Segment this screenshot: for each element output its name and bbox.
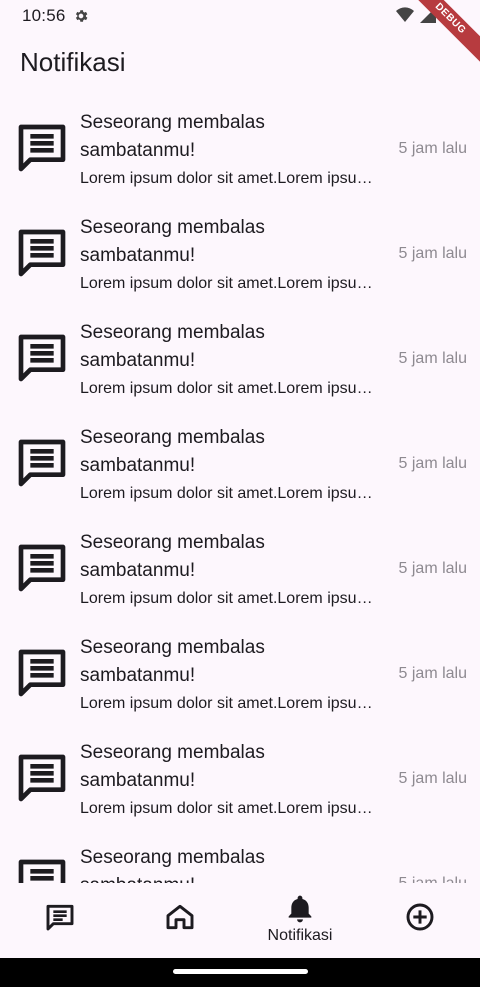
notification-body: Lorem ipsum dolor sit amet.Lorem ipsum d… bbox=[80, 590, 384, 607]
notification-item[interactable]: Seseorang membalas sambatanmu! Lorem ipsu… bbox=[0, 735, 480, 840]
notification-title: Seseorang membalas sambatanmu! bbox=[80, 847, 265, 883]
notification-body: Lorem ipsum dolor sit amet.Lorem ipsum d… bbox=[80, 800, 384, 817]
notification-body: Lorem ipsum dolor sit amet.Lorem ipsum d… bbox=[80, 485, 384, 502]
chat-icon bbox=[44, 901, 76, 933]
status-time: 10:56 bbox=[22, 6, 66, 25]
chat-icon bbox=[14, 330, 70, 386]
notification-title: Seseorang membalas sambatanmu! bbox=[80, 742, 265, 791]
notification-title: Seseorang membalas sambatanmu! bbox=[80, 322, 265, 371]
settings-gear-icon bbox=[75, 10, 88, 22]
status-bar: 10:56 bbox=[0, 0, 480, 32]
notification-item[interactable]: Seseorang membalas sambatanmu! Lorem ipsu… bbox=[0, 630, 480, 735]
bell-icon bbox=[284, 893, 316, 925]
chat-icon bbox=[14, 435, 70, 491]
home-indicator[interactable] bbox=[173, 969, 308, 974]
chat-icon bbox=[14, 225, 70, 281]
notification-list[interactable]: Seseorang membalas sambatanmu! Lorem ipsu… bbox=[0, 105, 480, 883]
notification-title: Seseorang membalas sambatanmu! bbox=[80, 532, 265, 581]
notification-time: 5 jam lalu bbox=[398, 245, 467, 262]
notification-item[interactable]: Seseorang membalas sambatanmu! Lorem ipsu… bbox=[0, 105, 480, 210]
notification-body: Lorem ipsum dolor sit amet.Lorem ipsum d… bbox=[80, 695, 384, 712]
notification-item[interactable]: Seseorang membalas sambatanmu!Lorem ipsu… bbox=[0, 840, 480, 883]
nav-item-bell[interactable]: Notifikasi bbox=[240, 883, 360, 958]
page-title: Notifikasi bbox=[20, 47, 126, 77]
notification-item[interactable]: Seseorang membalas sambatanmu! Lorem ipsu… bbox=[0, 420, 480, 525]
notification-title: Seseorang membalas sambatanmu! bbox=[80, 217, 265, 266]
notification-time: 5 jam lalu bbox=[398, 350, 467, 367]
chat-icon bbox=[14, 120, 70, 176]
chat-icon bbox=[14, 540, 70, 596]
nav-label: Notifikasi bbox=[267, 927, 333, 944]
notification-body: Lorem ipsum dolor sit amet.Lorem ipsum d… bbox=[80, 275, 384, 292]
notification-body: Lorem ipsum dolor sit amet.Lorem ipsum d… bbox=[80, 380, 384, 397]
home-icon bbox=[164, 901, 196, 933]
chat-icon bbox=[14, 750, 70, 806]
notification-title: Seseorang membalas sambatanmu! bbox=[80, 637, 265, 686]
notification-time: 5 jam lalu bbox=[399, 875, 467, 883]
notification-time: 5 jam lalu bbox=[398, 560, 467, 577]
notification-time: 5 jam lalu bbox=[398, 665, 467, 682]
nav-item-chat[interactable] bbox=[0, 883, 120, 958]
chat-icon bbox=[14, 855, 70, 883]
nav-item-home[interactable] bbox=[120, 883, 240, 958]
notification-time: 5 jam lalu bbox=[398, 770, 467, 787]
bottom-navigation: Notifikasi bbox=[0, 883, 480, 958]
notification-item[interactable]: Seseorang membalas sambatanmu! Lorem ipsu… bbox=[0, 315, 480, 420]
notification-time: 5 jam lalu bbox=[398, 140, 467, 157]
notification-body: Lorem ipsum dolor sit amet.Lorem ipsum d… bbox=[80, 170, 384, 187]
nav-item-add-circle[interactable] bbox=[360, 883, 480, 958]
system-navigation-bar bbox=[0, 958, 480, 987]
notification-time: 5 jam lalu bbox=[398, 455, 467, 472]
add-circle-icon bbox=[404, 901, 436, 933]
notification-item[interactable]: Seseorang membalas sambatanmu! Lorem ipsu… bbox=[0, 210, 480, 315]
chat-icon bbox=[14, 645, 70, 701]
notification-title: Seseorang membalas sambatanmu! bbox=[80, 112, 265, 161]
notification-item[interactable]: Seseorang membalas sambatanmu! Lorem ipsu… bbox=[0, 525, 480, 630]
wifi-icon bbox=[396, 7, 414, 23]
notification-title: Seseorang membalas sambatanmu! bbox=[80, 427, 265, 476]
